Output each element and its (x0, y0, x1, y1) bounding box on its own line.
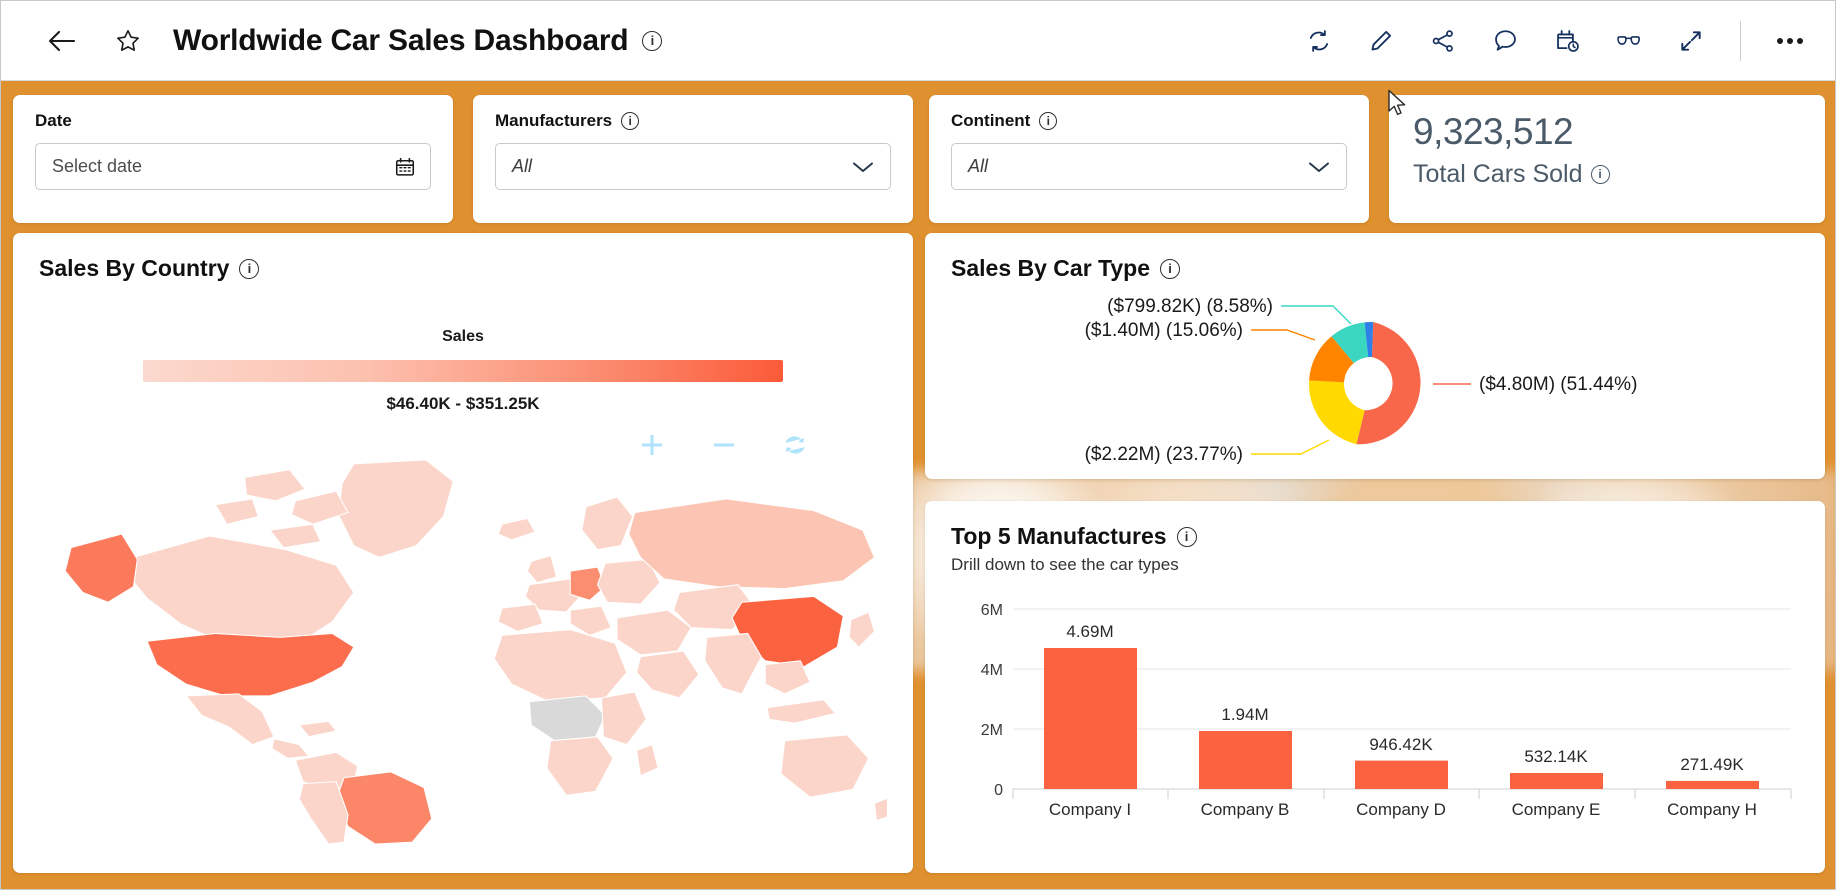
share-icon[interactable] (1422, 20, 1464, 62)
pencil-icon[interactable] (1360, 20, 1402, 62)
donut-label-3: ($1.40M) (15.06%) (1085, 320, 1243, 341)
bar-category-4[interactable]: Company H (1667, 800, 1757, 819)
info-icon[interactable]: i (239, 258, 260, 279)
filter-continent: Continent i All (929, 95, 1369, 223)
calendar-clock-icon[interactable] (1546, 20, 1588, 62)
bar-axis-ticks (1012, 789, 1792, 799)
bar-value-label-1: 1.94M (1221, 705, 1268, 724)
dashboard-canvas: Date Select date Manufacturers i All Con… (1, 81, 1835, 889)
info-icon[interactable]: i (1590, 164, 1610, 184)
donut-leader-3 (1251, 329, 1316, 341)
info-icon[interactable]: i (1039, 112, 1058, 130)
donut-label-1: ($4.80M) (51.44%) (1479, 374, 1637, 395)
info-icon[interactable]: i (621, 112, 640, 130)
zoom-in-icon[interactable] (637, 430, 667, 460)
date-input-value: Select date (52, 156, 143, 176)
info-icon[interactable]: i (1160, 258, 1181, 279)
info-icon[interactable]: i (1176, 526, 1197, 547)
continent-select[interactable]: All (951, 143, 1347, 190)
chevron-down-icon[interactable] (850, 158, 876, 176)
map-legend: Sales $46.40K - $351.25K (39, 328, 887, 414)
back-button[interactable] (41, 20, 83, 62)
bar-ytick-1: 2M (981, 722, 1003, 739)
filter-manufacturers-label-text: Manufacturers (495, 111, 613, 130)
filter-manufacturers-label: Manufacturers i (495, 111, 891, 131)
filter-date: Date Select date (13, 95, 453, 223)
bar-chart[interactable]: 6M 4M 2M 0 4.69M 1.94M 946.42K 532.14K 2… (951, 601, 1799, 821)
bar-ytick-2: 4M (981, 662, 1003, 679)
app-header: Worldwide Car Sales Dashboard i (1, 1, 1835, 81)
comment-icon[interactable] (1484, 20, 1526, 62)
map-legend-gradient (143, 360, 783, 382)
donut-leader-2 (1251, 439, 1330, 455)
map-legend-title: Sales (442, 328, 484, 345)
reset-zoom-icon[interactable] (781, 431, 809, 459)
filter-date-label: Date (35, 111, 72, 130)
bar-company-i[interactable] (1044, 648, 1137, 789)
filter-continent-label: Continent i (951, 111, 1347, 131)
kpi-label: Total Cars Sold i (1413, 160, 1801, 189)
bar-value-label-3: 532.14K (1524, 747, 1588, 766)
bar-company-b[interactable] (1199, 731, 1292, 789)
page-title: Worldwide Car Sales Dashboard (173, 23, 629, 57)
bar-value-label-2: 946.42K (1369, 735, 1433, 754)
donut-label-4: ($799.82K) (8.58%) (1107, 296, 1273, 317)
bar-company-h[interactable] (1666, 780, 1759, 789)
panel-sales-by-car-type-title: Sales By Car Type i (951, 255, 1799, 282)
dashboard-app: Worldwide Car Sales Dashboard i Date Sel… (0, 0, 1836, 890)
bar-ytick-3: 6M (981, 602, 1003, 619)
more-horizontal-icon[interactable] (1769, 20, 1811, 62)
panel-top-5-manufactures: Top 5 Manufactures i Drill down to see t… (925, 501, 1825, 873)
kpi-label-text: Total Cars Sold (1413, 159, 1583, 188)
panel-top-5-manufactures-title: Top 5 Manufactures i (951, 523, 1799, 550)
map-area[interactable] (39, 420, 887, 850)
bar-value-label-0: 4.69M (1066, 622, 1113, 641)
panel-sales-by-car-type: Sales By Car Type i ($4.80M) (51.44%) ($… (925, 233, 1825, 479)
map-legend-range: $46.40K - $351.25K (386, 394, 540, 413)
glasses-icon[interactable] (1608, 20, 1650, 62)
donut-chart[interactable]: ($4.80M) (51.44%) ($2.22M) (23.77%) ($1.… (951, 292, 1799, 477)
panel-sales-by-country: Sales By Country i Sales $46.40K - $351.… (13, 233, 913, 873)
bar-category-3[interactable]: Company E (1512, 800, 1601, 819)
panel-subtitle: Drill down to see the car types (951, 555, 1179, 574)
bar-category-2[interactable]: Company D (1356, 800, 1446, 819)
panel-title-text: Sales By Car Type (951, 255, 1151, 281)
donut-slice-2[interactable] (1308, 380, 1365, 445)
filter-manufacturers: Manufacturers i All (473, 95, 913, 223)
expand-icon[interactable] (1670, 20, 1712, 62)
bar-category-0[interactable]: Company I (1049, 800, 1131, 819)
chevron-down-icon[interactable] (1306, 158, 1332, 176)
calendar-icon[interactable] (394, 156, 416, 178)
star-icon[interactable] (107, 20, 149, 62)
donut-label-2: ($2.22M) (23.77%) (1085, 444, 1243, 465)
manufacturers-select-value: All (512, 156, 533, 176)
panel-title-text: Sales By Country (39, 255, 230, 281)
panel-sales-by-country-title: Sales By Country i (39, 255, 887, 282)
filter-continent-label-text: Continent (951, 111, 1031, 130)
manufacturers-select[interactable]: All (495, 143, 891, 190)
world-choropleth-map[interactable] (39, 456, 887, 846)
bar-chart-wrap: 6M 4M 2M 0 4.69M 1.94M 946.42K 532.14K 2… (951, 601, 1799, 821)
continent-select-value: All (968, 156, 989, 176)
zoom-out-icon[interactable] (709, 430, 739, 460)
bar-value-label-4: 271.49K (1680, 755, 1744, 774)
kpi-value: 9,323,512 (1413, 111, 1574, 152)
bar-ytick-0: 0 (994, 782, 1003, 799)
donut-chart-wrap: ($4.80M) (51.44%) ($2.22M) (23.77%) ($1.… (951, 292, 1799, 472)
kpi-total-cars-sold: 9,323,512 Total Cars Sold i (1389, 95, 1825, 223)
bar-company-e[interactable] (1510, 773, 1603, 789)
info-icon[interactable]: i (642, 30, 663, 51)
refresh-icon[interactable] (1298, 20, 1340, 62)
bar-company-d[interactable] (1355, 760, 1448, 789)
header-divider (1740, 20, 1741, 61)
donut-leader-4 (1281, 305, 1352, 325)
header-actions (1298, 20, 1811, 62)
bar-category-1[interactable]: Company B (1201, 800, 1290, 819)
map-zoom-controls (637, 430, 809, 460)
date-input[interactable]: Select date (35, 143, 431, 190)
panel-title-text: Top 5 Manufactures (951, 523, 1167, 549)
